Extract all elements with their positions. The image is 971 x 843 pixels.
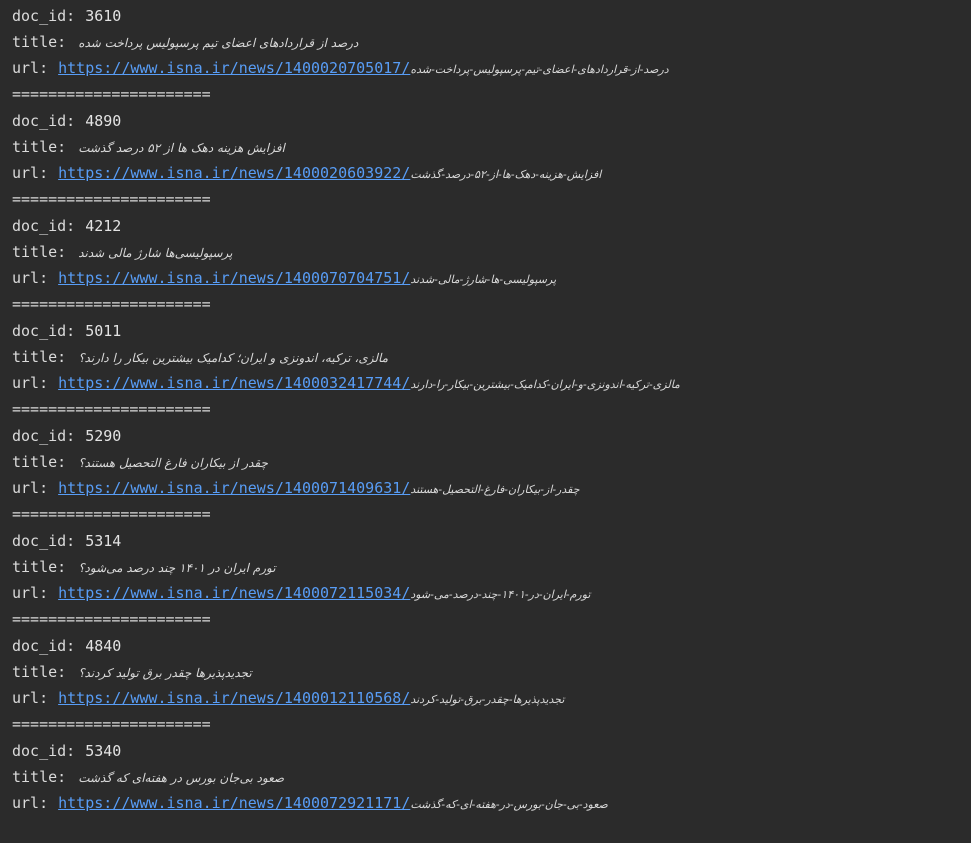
title-value: تجدیدپذیرها چقدر برق تولید کردند؟ <box>78 666 252 680</box>
doc-id-value: 4840 <box>85 637 122 655</box>
doc-id-label: doc_id: <box>12 637 76 655</box>
url-link[interactable]: https://www.isna.ir/news/1400072115034/ <box>58 584 410 602</box>
record: doc_id: 4840 title: تجدیدپذیرها چقدر برق ت… <box>12 633 971 738</box>
title-label: title: <box>12 558 67 576</box>
doc-id-value: 4890 <box>85 112 122 130</box>
separator: ====================== <box>12 400 211 418</box>
url-label: url: <box>12 479 49 497</box>
title-value: صعود بی‌جان بورس در هفته‌ای که گذشت <box>78 771 285 785</box>
title-line: title: صعود بی‌جان بورس در هفته‌ای که گذش… <box>12 764 971 790</box>
url-link[interactable]: https://www.isna.ir/news/1400020603922/ <box>58 164 410 182</box>
doc-id-label: doc_id: <box>12 7 76 25</box>
url-link[interactable]: https://www.isna.ir/news/1400012110568/ <box>58 689 410 707</box>
title-label: title: <box>12 243 67 261</box>
title-value: درصد از قراردادهای اعضای تیم پرسپولیس پر… <box>78 36 359 50</box>
separator: ====================== <box>12 610 211 628</box>
url-line: url: https://www.isna.ir/news/14000707047… <box>12 265 971 291</box>
title-line: title: چقدر از بیکاران فارغ التحصیل هستند… <box>12 449 971 475</box>
url-slug: تورم-ایران-در-۱۴۰۱-چند-درصد-می-شود <box>410 588 591 601</box>
doc-id-label: doc_id: <box>12 322 76 340</box>
url-slug: صعود-بی-جان-بورس-در-هفته-ای-که-گذشت <box>410 798 608 811</box>
separator: ====================== <box>12 715 211 733</box>
url-link[interactable]: https://www.isna.ir/news/1400032417744/ <box>58 374 410 392</box>
doc-id-label: doc_id: <box>12 427 76 445</box>
doc-id-line: doc_id: 5314 <box>12 528 971 554</box>
title-label: title: <box>12 138 67 156</box>
doc-id-value: 5290 <box>85 427 122 445</box>
url-line: url: https://www.isna.ir/news/14000121105… <box>12 685 971 711</box>
doc-id-label: doc_id: <box>12 217 76 235</box>
separator: ====================== <box>12 190 211 208</box>
title-value: چقدر از بیکاران فارغ التحصیل هستند؟ <box>78 456 268 470</box>
url-slug: پرسپولیسی-ها-شارژ-مالی-شدند <box>410 273 557 286</box>
url-link[interactable]: https://www.isna.ir/news/1400020705017/ <box>58 59 410 77</box>
title-value: مالزی، ترکیه، اندونزی و ایران؛ کدامیک بی… <box>78 351 389 365</box>
url-label: url: <box>12 164 49 182</box>
title-line: title: تورم ایران در ۱۴۰۱ چند درصد می‌شود… <box>12 554 971 580</box>
url-label: url: <box>12 374 49 392</box>
title-line: title: مالزی، ترکیه، اندونزی و ایران؛ کدا… <box>12 344 971 370</box>
url-label: url: <box>12 59 49 77</box>
separator: ====================== <box>12 295 211 313</box>
url-label: url: <box>12 269 49 287</box>
title-value: تورم ایران در ۱۴۰۱ چند درصد می‌شود؟ <box>78 561 276 575</box>
url-slug: افزایش-هزینه-دهک-ها-از-۵۲-درصد-گذشت <box>410 168 602 181</box>
doc-id-line: doc_id: 5290 <box>12 423 971 449</box>
doc-id-line: doc_id: 4840 <box>12 633 971 659</box>
record: doc_id: 5340 title: صعود بی‌جان بورس در هف… <box>12 738 971 843</box>
title-line: title: پرسپولیسی‌ها شارژ مالی شدند <box>12 239 971 265</box>
record: doc_id: 5314 title: تورم ایران در ۱۴۰۱ چند… <box>12 528 971 633</box>
url-line: url: https://www.isna.ir/news/14000207050… <box>12 55 971 81</box>
url-slug: مالزی-ترکیه-اندونزی-و-ایران-کدامیک-بیشتر… <box>410 378 680 391</box>
url-link[interactable]: https://www.isna.ir/news/1400070704751/ <box>58 269 410 287</box>
title-label: title: <box>12 663 67 681</box>
title-label: title: <box>12 453 67 471</box>
doc-id-value: 5314 <box>85 532 122 550</box>
title-line: title: افزایش هزینه دهک ها از ۵۲ درصد گذش… <box>12 134 971 160</box>
title-line: title: تجدیدپذیرها چقدر برق تولید کردند؟ <box>12 659 971 685</box>
url-line: url: https://www.isna.ir/news/14000729211… <box>12 790 971 816</box>
doc-id-value: 5340 <box>85 742 122 760</box>
url-label: url: <box>12 584 49 602</box>
record: doc_id: 3610 title: درصد از قراردادهای اعض… <box>12 3 971 108</box>
record: doc_id: 4212 title: پرسپولیسی‌ها شارژ مالی… <box>12 213 971 318</box>
doc-id-line: doc_id: 4212 <box>12 213 971 239</box>
doc-id-label: doc_id: <box>12 112 76 130</box>
title-label: title: <box>12 33 67 51</box>
url-line: url: https://www.isna.ir/news/14000324177… <box>12 370 971 396</box>
url-link[interactable]: https://www.isna.ir/news/1400072921171/ <box>58 794 410 812</box>
doc-id-label: doc_id: <box>12 532 76 550</box>
separator: ====================== <box>12 85 211 103</box>
doc-id-line: doc_id: 3610 <box>12 3 971 29</box>
title-label: title: <box>12 768 67 786</box>
url-slug: تجدیدپذیرها-چقدر-برق-تولید-کردند <box>410 693 565 706</box>
title-line: title: درصد از قراردادهای اعضای تیم پرسپو… <box>12 29 971 55</box>
record: doc_id: 4890 title: افزایش هزینه دهک ها از… <box>12 108 971 213</box>
url-line: url: https://www.isna.ir/news/14000721150… <box>12 580 971 606</box>
url-label: url: <box>12 794 49 812</box>
doc-id-value: 5011 <box>85 322 122 340</box>
separator: ====================== <box>12 505 211 523</box>
doc-id-line: doc_id: 4890 <box>12 108 971 134</box>
console-output: doc_id: 3610 title: درصد از قراردادهای اعض… <box>12 3 971 843</box>
url-slug: چقدر-از-بیکاران-فارغ-التحصیل-هستند <box>410 483 580 496</box>
record: doc_id: 5290 title: چقدر از بیکاران فارغ ا… <box>12 423 971 528</box>
doc-id-value: 3610 <box>85 7 122 25</box>
url-line: url: https://www.isna.ir/news/14000206039… <box>12 160 971 186</box>
record: doc_id: 5011 title: مالزی، ترکیه، اندونزی … <box>12 318 971 423</box>
url-line: url: https://www.isna.ir/news/14000714096… <box>12 475 971 501</box>
url-link[interactable]: https://www.isna.ir/news/1400071409631/ <box>58 479 410 497</box>
doc-id-line: doc_id: 5340 <box>12 738 971 764</box>
title-value: افزایش هزینه دهک ها از ۵۲ درصد گذشت <box>78 141 285 155</box>
url-slug: درصد-از-قراردادهای-اعضای-تیم-پرسپولیس-پر… <box>410 63 669 76</box>
doc-id-label: doc_id: <box>12 742 76 760</box>
url-label: url: <box>12 689 49 707</box>
doc-id-line: doc_id: 5011 <box>12 318 971 344</box>
title-value: پرسپولیسی‌ها شارژ مالی شدند <box>78 246 233 260</box>
title-label: title: <box>12 348 67 366</box>
doc-id-value: 4212 <box>85 217 122 235</box>
